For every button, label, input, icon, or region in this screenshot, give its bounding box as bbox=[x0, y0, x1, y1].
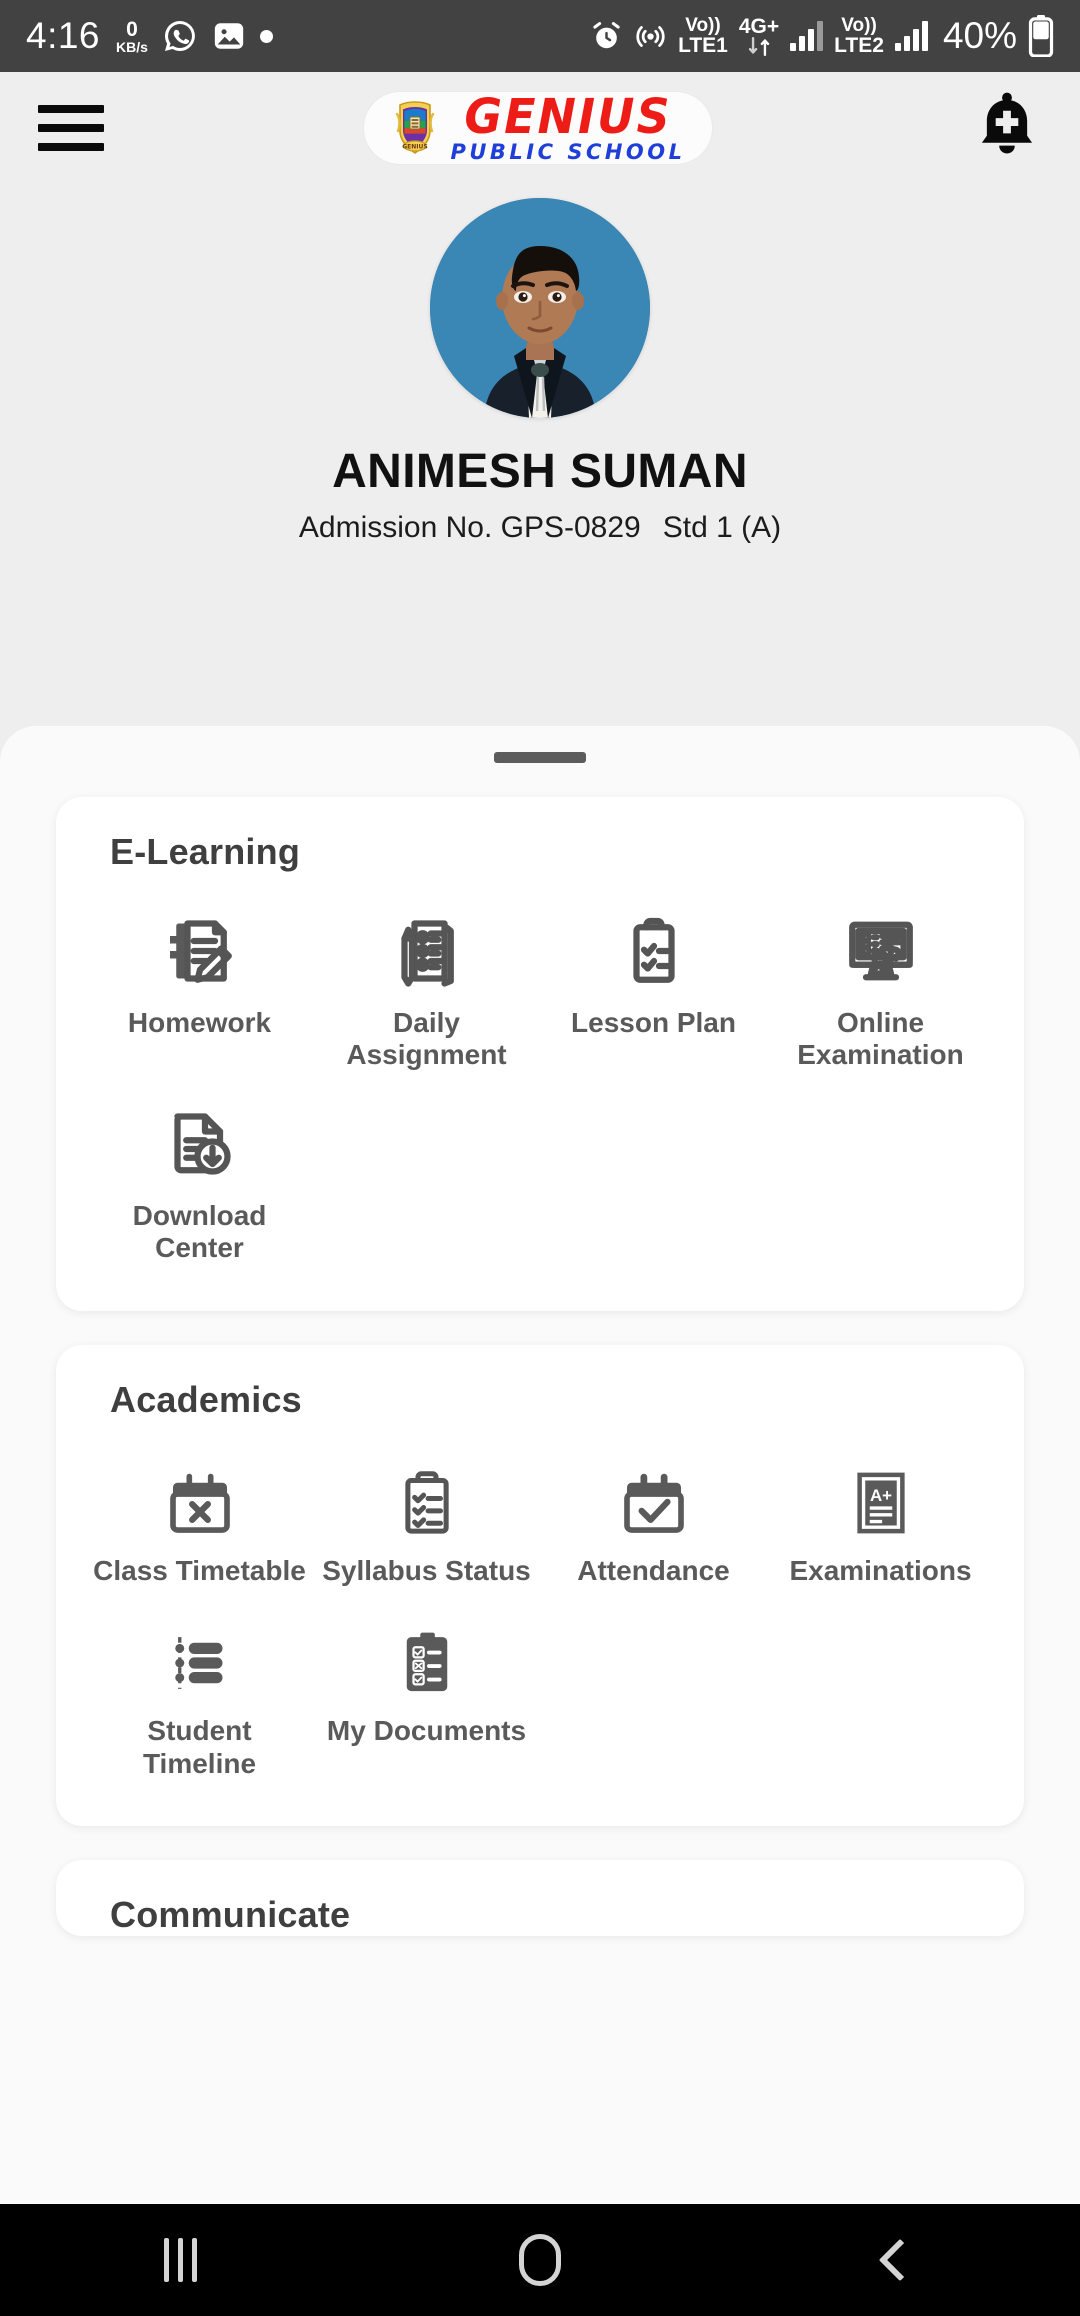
logo-secondary-text: PUBLIC SCHOOL bbox=[450, 140, 686, 164]
tile-student-timeline[interactable]: Student Timeline bbox=[86, 1597, 313, 1790]
section-title: Communicate bbox=[110, 1894, 351, 1936]
tile-label: Student Timeline bbox=[142, 1715, 257, 1779]
calendar-x-icon bbox=[164, 1455, 236, 1539]
student-profile-header: ANIMESH SUMAN Admission No. GPS-0829 Std … bbox=[0, 184, 1080, 545]
signal-bars-sim2-icon bbox=[894, 21, 928, 51]
tile-label: Homework bbox=[127, 1007, 272, 1038]
hotspot-icon bbox=[634, 20, 667, 53]
tile-label: Attendance bbox=[577, 1554, 730, 1586]
student-name: ANIMESH SUMAN bbox=[332, 445, 748, 498]
tile-label: Online Examination bbox=[797, 1007, 964, 1071]
status-bar: 4:16 0 KB/s Vo)) LTE1 4G+ Vo)) LTE2 40% bbox=[0, 0, 1080, 72]
tile-syllabus-status[interactable]: Syllabus Status bbox=[313, 1437, 540, 1597]
network-speed: 0 KB/s bbox=[116, 19, 148, 54]
android-nav-bar bbox=[0, 2204, 1080, 2316]
app-bar: GENIUS GENIUS PUBLIC SCHOOL bbox=[0, 72, 1080, 184]
timeline-icon bbox=[164, 1615, 236, 1699]
section-card-e-learning: E-Learning Homework Daily Assignment Les… bbox=[56, 797, 1024, 1311]
data-transfer-arrows-icon bbox=[744, 37, 774, 57]
volte1-indicator: Vo)) LTE1 bbox=[678, 14, 728, 57]
svg-text:GENIUS: GENIUS bbox=[403, 143, 428, 150]
alarm-icon bbox=[590, 20, 623, 53]
battery-percent: 40% bbox=[942, 15, 1017, 56]
svg-text:A+: A+ bbox=[869, 1486, 891, 1505]
status-bar-left: 4:16 0 KB/s bbox=[26, 15, 273, 57]
network-speed-value: 0 bbox=[126, 17, 138, 41]
signal-bars-sim1-icon bbox=[790, 21, 824, 51]
logo-primary-text: GENIUS bbox=[464, 87, 672, 145]
tile-label: Download Center bbox=[132, 1199, 267, 1264]
calendar-check-icon bbox=[618, 1455, 690, 1539]
battery-icon bbox=[1028, 15, 1054, 57]
school-logo: GENIUS GENIUS PUBLIC SCHOOL bbox=[364, 87, 712, 164]
home-icon[interactable] bbox=[465, 2204, 615, 2316]
student-class: Std 1 (A) bbox=[662, 511, 782, 544]
student-photo[interactable] bbox=[430, 198, 650, 418]
dot-icon bbox=[259, 29, 273, 43]
back-icon[interactable] bbox=[825, 2204, 975, 2316]
section-card-academics: Academics Class Timetable Syllabus Statu… bbox=[56, 1344, 1024, 1827]
tile-download-center[interactable]: Download Center bbox=[86, 1082, 313, 1275]
notebook-pencil-icon bbox=[160, 907, 240, 991]
logo-wordmark: GENIUS PUBLIC SCHOOL bbox=[450, 87, 686, 164]
tile-label: Lesson Plan bbox=[571, 1007, 736, 1038]
monitor-quiz-icon bbox=[841, 907, 921, 991]
school-crest-icon: GENIUS bbox=[390, 100, 440, 156]
section-title: Academics bbox=[110, 1378, 302, 1420]
hamburger-menu-icon[interactable] bbox=[38, 100, 104, 156]
tile-label: Syllabus Status bbox=[322, 1554, 531, 1586]
bell-add-icon[interactable] bbox=[972, 91, 1042, 165]
tile-label: My Documents bbox=[326, 1715, 527, 1747]
tile-attendance[interactable]: Attendance bbox=[540, 1437, 767, 1597]
tile-daily-assignment[interactable]: Daily Assignment bbox=[313, 889, 540, 1082]
volte1-line1: Vo)) bbox=[685, 14, 721, 36]
checklist-pencil-icon bbox=[387, 907, 467, 991]
admission-number: Admission No. GPS-0829 bbox=[298, 511, 641, 544]
clipboard-documents-icon bbox=[391, 1615, 463, 1699]
volte2-line1: Vo)) bbox=[841, 14, 877, 36]
section-title: E-Learning bbox=[110, 831, 301, 872]
clipboard-checklist-icon bbox=[391, 1455, 463, 1539]
volte1-line2: LTE1 bbox=[678, 33, 728, 57]
section-grid: Class Timetable Syllabus Status Attendan… bbox=[86, 1437, 994, 1790]
volte2-line2: LTE2 bbox=[834, 33, 884, 57]
section-card-communicate: Communicate bbox=[56, 1860, 1024, 1937]
tile-homework[interactable]: Homework bbox=[86, 889, 313, 1082]
tile-label: Class Timetable bbox=[93, 1554, 306, 1586]
section-grid: Homework Daily Assignment Lesson Plan On… bbox=[86, 889, 994, 1275]
volte2-indicator: Vo)) LTE2 bbox=[834, 14, 884, 57]
tile-examinations[interactable]: A+ Examinations bbox=[767, 1437, 994, 1597]
tile-label: Examinations bbox=[789, 1554, 972, 1586]
student-meta: Admission No. GPS-0829 Std 1 (A) bbox=[0, 511, 1080, 545]
data-type-indicator: 4G+ bbox=[738, 14, 780, 57]
tile-class-timetable[interactable]: Class Timetable bbox=[86, 1437, 313, 1597]
status-time: 4:16 bbox=[26, 15, 101, 56]
network-speed-unit: KB/s bbox=[116, 38, 148, 55]
gallery-icon bbox=[212, 19, 246, 53]
status-bar-right: Vo)) LTE1 4G+ Vo)) LTE2 40% bbox=[590, 15, 1054, 57]
tile-lesson-plan[interactable]: Lesson Plan bbox=[540, 889, 767, 1082]
tile-online-examination[interactable]: Online Examination bbox=[767, 889, 994, 1082]
tile-label: Daily Assignment bbox=[346, 1007, 507, 1071]
sheet-drag-handle[interactable] bbox=[494, 752, 586, 763]
dashboard-sheet: E-Learning Homework Daily Assignment Les… bbox=[0, 726, 1080, 2316]
data-type-label: 4G+ bbox=[738, 14, 780, 38]
clipboard-check-icon bbox=[614, 907, 694, 991]
tile-my-documents[interactable]: My Documents bbox=[313, 1597, 540, 1790]
grade-sheet-icon: A+ bbox=[845, 1455, 917, 1539]
recents-icon[interactable] bbox=[105, 2204, 255, 2316]
whatsapp-icon bbox=[162, 18, 198, 54]
document-download-icon bbox=[160, 1100, 240, 1184]
